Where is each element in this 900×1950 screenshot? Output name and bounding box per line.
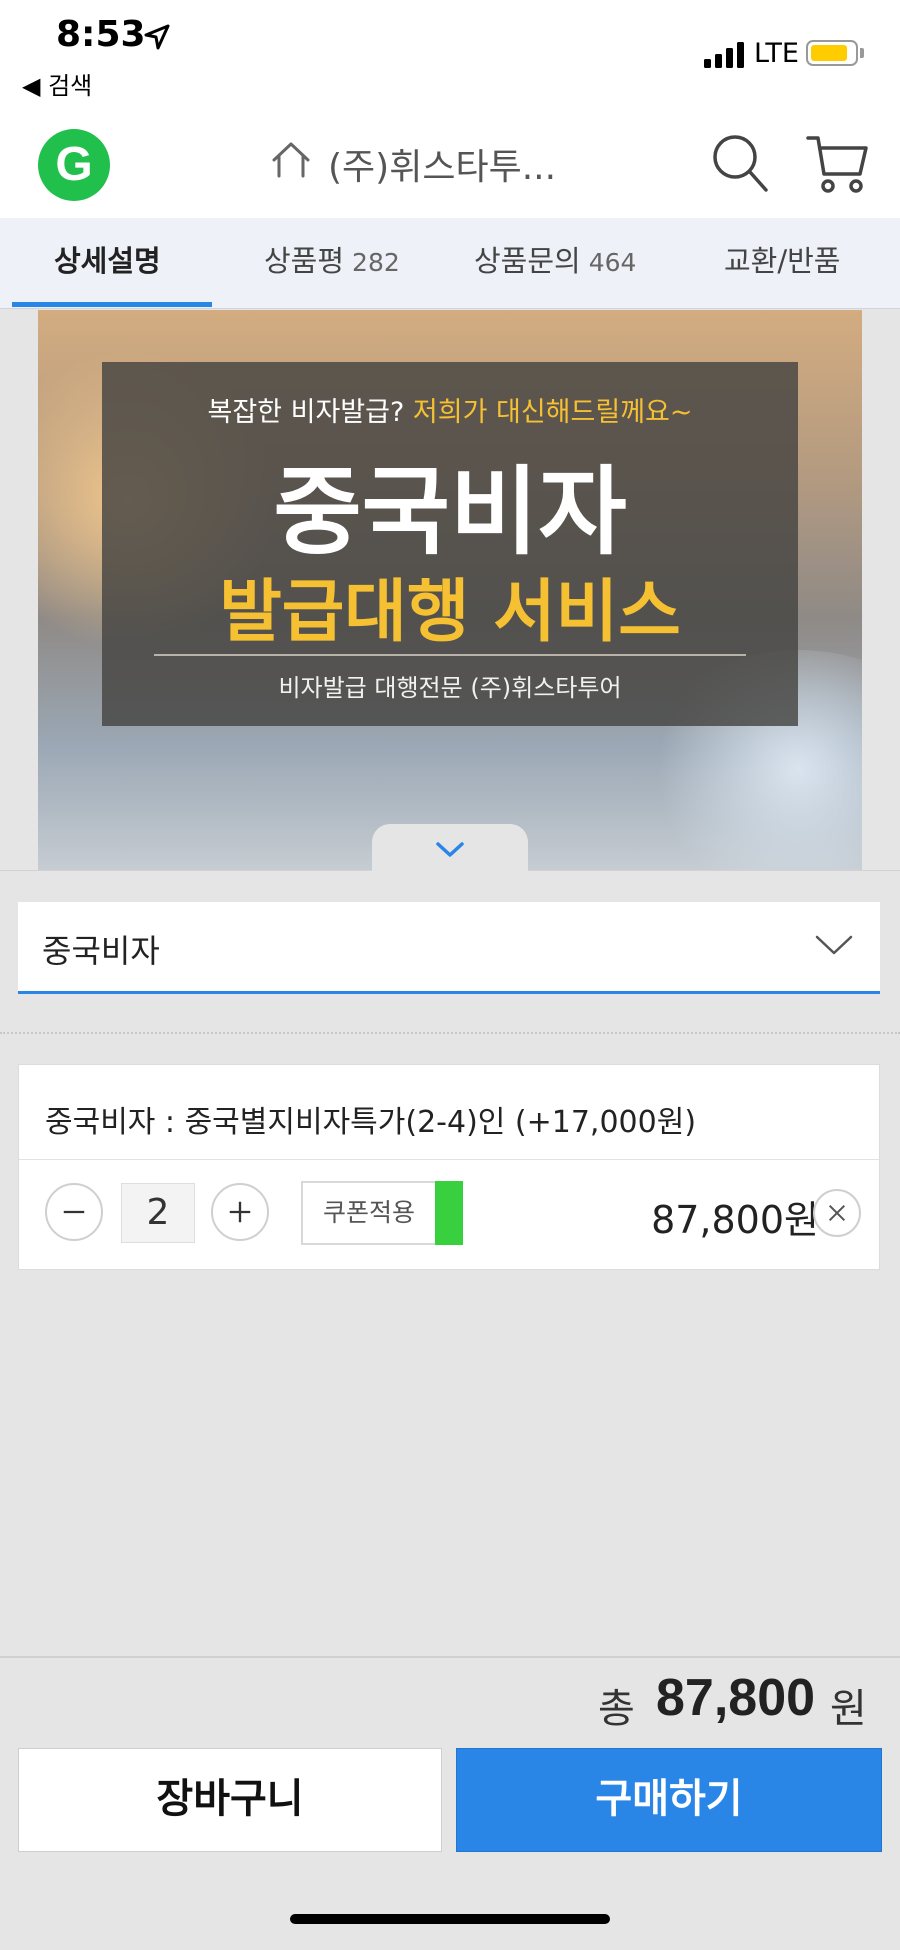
back-to-search-link[interactable]: ◀ 검색	[22, 66, 92, 101]
chevron-down-icon[interactable]	[432, 838, 468, 862]
cart-icon[interactable]	[806, 132, 868, 196]
option-select[interactable]: 중국비자	[18, 902, 880, 994]
chevron-down-icon	[815, 935, 853, 955]
gmarket-logo[interactable]: G	[38, 129, 110, 201]
buy-now-button[interactable]: 구매하기	[456, 1748, 882, 1852]
tab-exchange-label: 교환/반품	[724, 244, 841, 278]
coupon-indicator	[435, 1181, 463, 1245]
quantity-decrease-button[interactable]	[45, 1183, 103, 1241]
banner-text-box: 복잡한 비자발급? 저희가 대신해드릴께요~ 중국비자 발급대행 서비스 비자발…	[102, 362, 798, 726]
network-type: LTE	[754, 38, 799, 69]
product-banner-image: 복잡한 비자발급? 저희가 대신해드릴께요~ 중국비자 발급대행 서비스 비자발…	[38, 310, 862, 870]
quantity-value[interactable]: 2	[121, 1183, 195, 1243]
banner-tagline-plain: 복잡한 비자발급?	[207, 397, 405, 428]
banner-divider	[154, 654, 746, 656]
signal-icon	[704, 42, 744, 68]
selected-option-name: 중국비자 : 중국별지비자특가(2-4)인 (+17,000원)	[45, 1105, 697, 1140]
status-time: 8:53	[56, 14, 146, 55]
selected-option-card: 중국비자 : 중국별지비자특가(2-4)인 (+17,000원) 2 쿠폰적용 …	[18, 1064, 880, 1270]
card-divider	[19, 1159, 879, 1160]
total-label: 총	[598, 1686, 635, 1732]
tab-qna-label: 상품문의	[474, 244, 581, 278]
location-arrow-icon	[144, 24, 170, 50]
battery-icon	[806, 40, 858, 66]
shop-title[interactable]: (주)휘스타투...	[328, 138, 556, 190]
product-tabs: 상세설명 상품평 282 상품문의 464 교환/반품	[0, 218, 900, 309]
quantity-increase-button[interactable]	[211, 1183, 269, 1241]
total-unit: 원	[830, 1686, 867, 1732]
app-header: G (주)휘스타투...	[0, 110, 900, 219]
tab-qna-count: 464	[588, 248, 637, 277]
tab-exchange[interactable]: 교환/반품	[724, 218, 841, 308]
remove-option-button[interactable]	[813, 1189, 861, 1237]
banner-title: 중국비자	[273, 456, 627, 568]
banner-footer: 비자발급 대행전문 (주)휘스타투어	[278, 674, 622, 702]
active-tab-indicator	[12, 302, 212, 307]
search-icon[interactable]	[710, 132, 770, 196]
tab-review-count: 282	[352, 248, 400, 277]
option-select-value: 중국비자	[42, 932, 160, 970]
dotted-divider	[0, 1032, 900, 1034]
battery-tip	[860, 48, 864, 58]
banner-tagline: 복잡한 비자발급? 저희가 대신해드릴께요~	[102, 390, 798, 429]
tab-qna[interactable]: 상품문의 464	[474, 218, 636, 308]
item-price: 87,800원	[651, 1198, 819, 1242]
add-to-cart-button[interactable]: 장바구니	[18, 1748, 442, 1852]
apply-coupon-button[interactable]: 쿠폰적용	[301, 1181, 437, 1245]
total-amount: 87,800	[656, 1669, 816, 1727]
tab-review[interactable]: 상품평 282	[264, 218, 400, 308]
banner-tagline-highlight: 저희가 대신해드릴께요~	[412, 397, 693, 428]
home-icon[interactable]	[270, 140, 312, 180]
tab-review-label: 상품평	[264, 244, 345, 278]
tab-detail-label: 상세설명	[54, 244, 161, 278]
tab-detail[interactable]: 상세설명	[54, 218, 161, 308]
banner-subtitle: 발급대행 서비스	[219, 573, 681, 652]
home-indicator[interactable]	[290, 1914, 610, 1924]
